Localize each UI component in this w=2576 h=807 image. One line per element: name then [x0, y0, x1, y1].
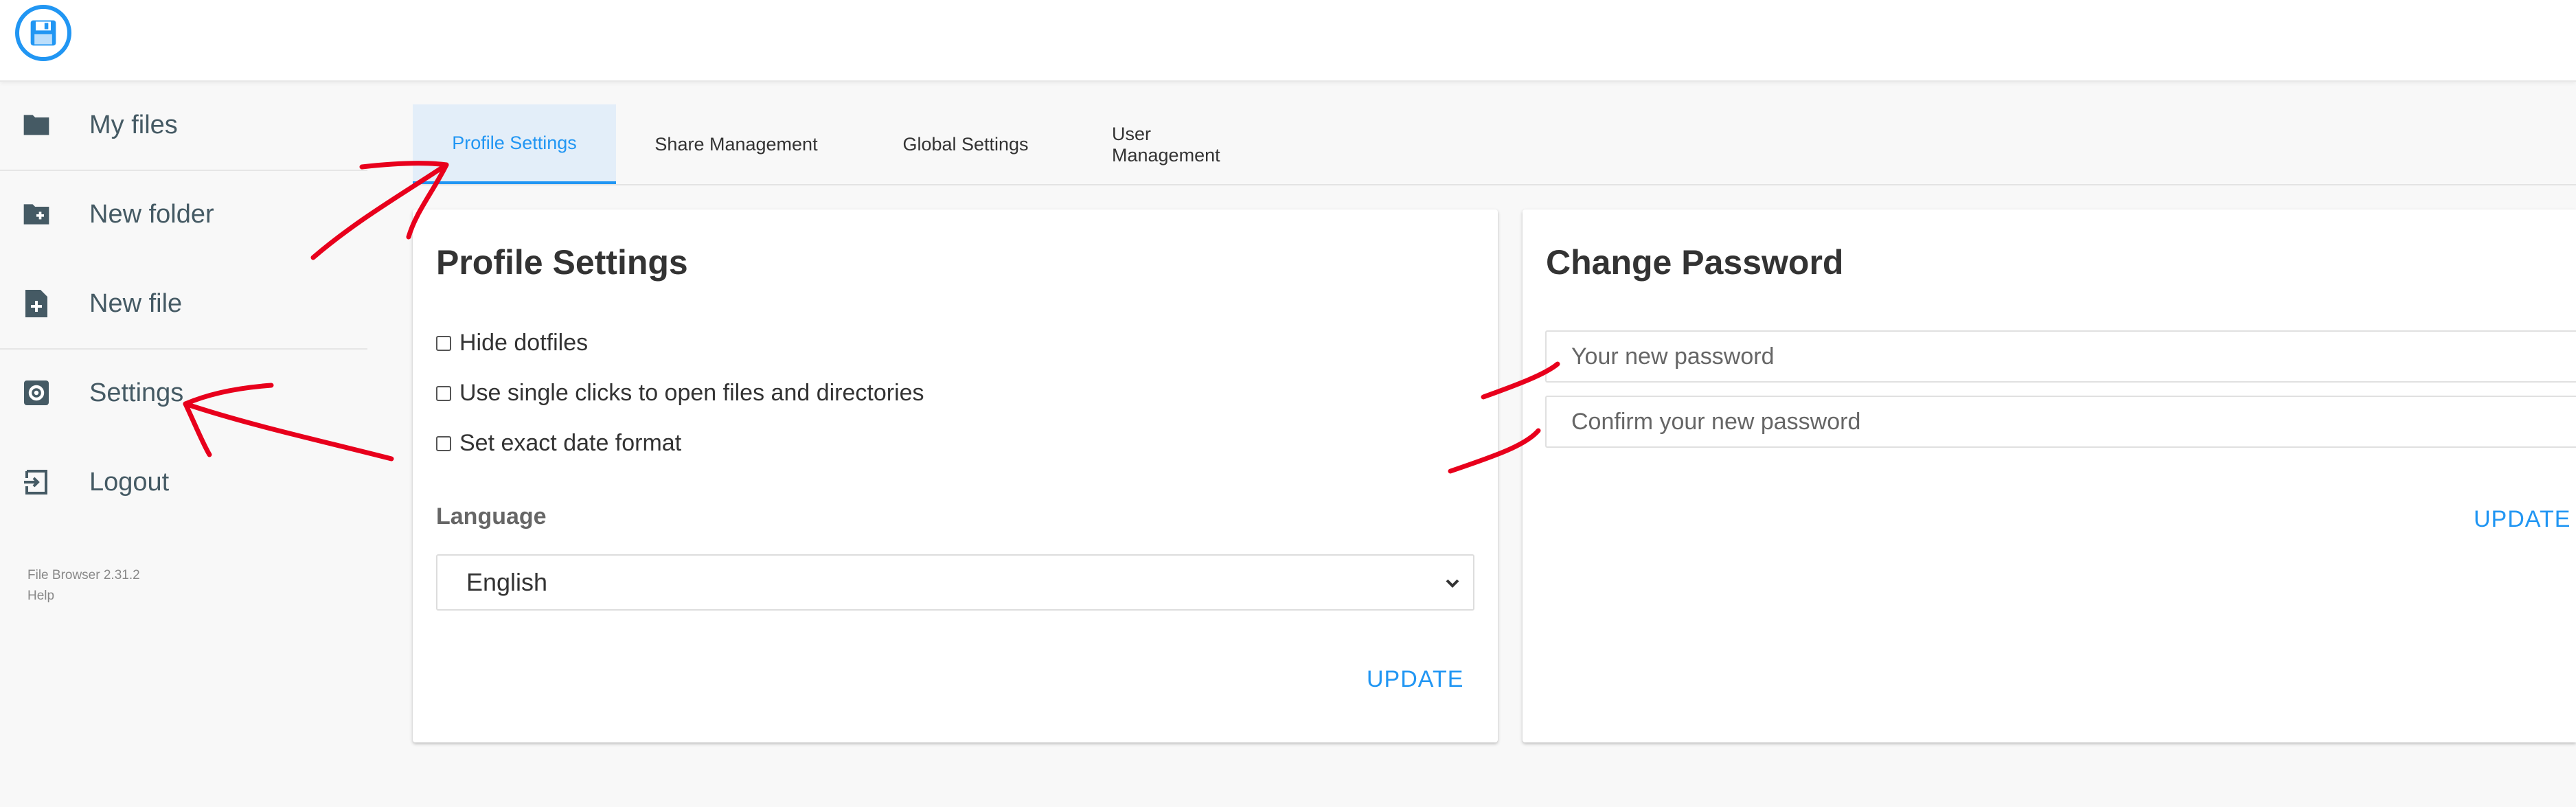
folder-icon [21, 109, 52, 141]
profile-settings-card: Profile Settings Hide dotfiles Use singl… [413, 209, 1498, 742]
version-text: File Browser 2.31.2 [27, 568, 140, 582]
new-password-input[interactable]: Your new password [1545, 330, 2576, 383]
checkbox[interactable] [436, 435, 451, 451]
option-label: Use single clicks to open files and dire… [459, 380, 924, 406]
sidebar-item-my-files[interactable]: My files [0, 80, 371, 170]
sidebar-item-label: New folder [89, 199, 214, 229]
tab-user-management[interactable]: User Management [1075, 104, 1301, 185]
language-value: English [466, 568, 548, 596]
option-exact-date-format[interactable]: Set exact date format [436, 430, 681, 457]
card-title: Change Password [1546, 243, 1844, 282]
sidebar-item-label: My files [89, 110, 178, 139]
change-password-card: Change Password Your new password Confir… [1523, 209, 2576, 742]
tabs-divider [413, 184, 2576, 185]
option-single-click[interactable]: Use single clicks to open files and dire… [436, 380, 924, 407]
sidebar-item-logout[interactable]: Logout [0, 437, 371, 527]
checkbox[interactable] [436, 335, 451, 351]
folder-plus-icon [21, 198, 52, 230]
logout-icon [21, 466, 52, 498]
tab-profile-settings[interactable]: Profile Settings [413, 104, 616, 185]
sidebar-item-new-folder[interactable]: New folder [0, 170, 371, 259]
profile-update-button[interactable]: UPDATE [1367, 666, 1463, 693]
option-label: Set exact date format [459, 430, 682, 456]
file-plus-icon [21, 288, 52, 319]
sidebar-item-new-file[interactable]: New file [0, 259, 371, 348]
language-select[interactable]: English [436, 554, 1474, 611]
tab-global-settings[interactable]: Global Settings [856, 104, 1075, 185]
settings-tabs: Profile Settings Share Management Global… [413, 104, 1301, 185]
top-bar [0, 0, 2576, 82]
sidebar-item-label: Logout [89, 467, 170, 497]
app-logo-icon[interactable] [15, 5, 71, 61]
password-update-button[interactable]: UPDATE [2474, 506, 2571, 533]
card-title: Profile Settings [436, 243, 688, 282]
confirm-password-input[interactable]: Confirm your new password [1545, 396, 2576, 448]
gear-icon [21, 377, 52, 409]
sidebar-item-label: Settings [89, 378, 184, 407]
sidebar-item-settings[interactable]: Settings [0, 348, 371, 437]
option-label: Hide dotfiles [459, 330, 589, 356]
chevron-down-icon [1439, 569, 1466, 597]
help-link[interactable]: Help [27, 589, 54, 604]
sidebar-item-label: New file [89, 288, 183, 318]
checkbox[interactable] [436, 385, 451, 401]
tab-share-management[interactable]: Share Management [616, 104, 856, 185]
option-hide-dotfiles[interactable]: Hide dotfiles [436, 330, 588, 356]
language-label: Language [436, 503, 547, 530]
sidebar: My files New folder New file Settings Lo… [0, 80, 371, 807]
